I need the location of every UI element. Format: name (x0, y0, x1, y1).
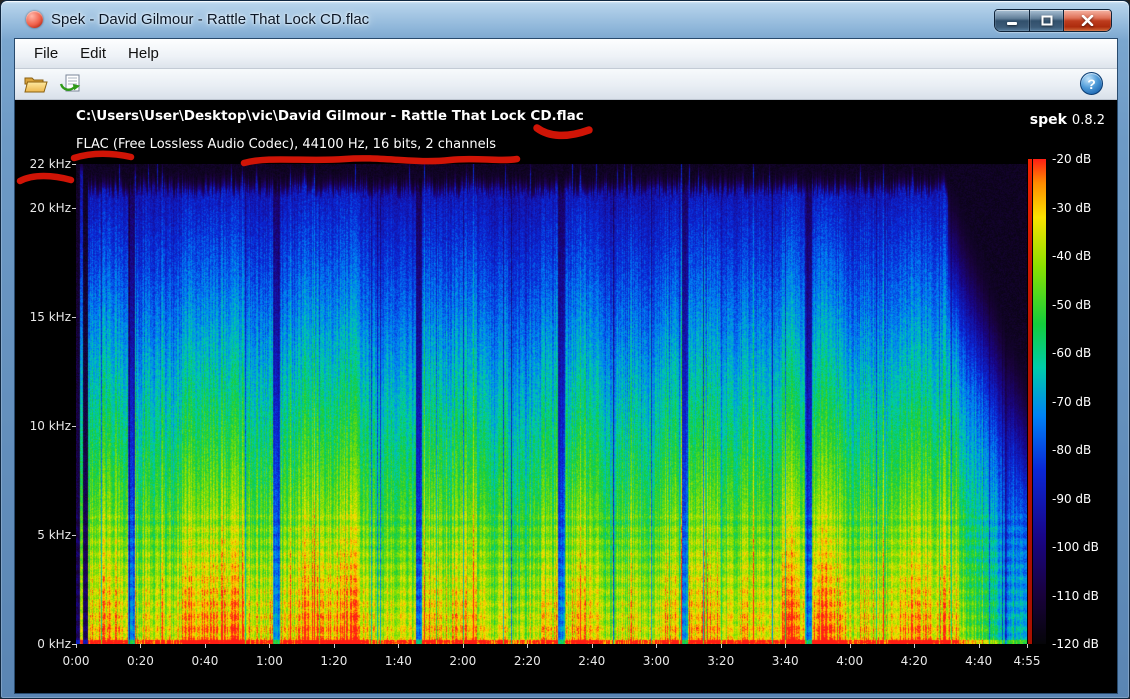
close-icon (1081, 15, 1094, 26)
app-icon (26, 11, 43, 28)
freq-tick-mark (72, 164, 76, 165)
time-tick-mark (914, 644, 915, 648)
maximize-icon (1041, 15, 1053, 26)
time-tick-mark (656, 644, 657, 648)
legend-tick-label: -20 dB (1052, 151, 1091, 167)
time-tick-label: 0:00 (52, 654, 100, 668)
freq-tick-label: 22 kHz (15, 156, 71, 172)
pen-underline-22khz (20, 176, 71, 181)
help-icon: ? (1087, 76, 1096, 92)
time-tick-label: 3:20 (697, 654, 745, 668)
save-icon (59, 74, 83, 94)
pen-underline-44100hz-16bits (244, 158, 517, 163)
format-info-label: FLAC (Free Lossless Audio Codec), 44100 … (76, 137, 496, 152)
freq-tick-mark (72, 208, 76, 209)
window-title: Spek - David Gilmour - Rattle That Lock … (51, 1, 369, 38)
time-tick-mark (979, 644, 980, 648)
client-area: File Edit Help (14, 38, 1118, 694)
time-tick-mark (269, 644, 270, 648)
minimize-icon (1006, 15, 1018, 26)
freq-tick-mark (72, 317, 76, 318)
toolbar: ? (15, 69, 1117, 100)
menu-bar: File Edit Help (15, 39, 1117, 69)
legend-tick-label: -30 dB (1052, 200, 1091, 216)
open-folder-icon (24, 74, 48, 94)
red-pen-vertical-line (1028, 159, 1032, 644)
pen-underline-flac (74, 154, 131, 158)
time-tick-label: 4:40 (955, 654, 1003, 668)
legend-tick-label: -40 dB (1052, 248, 1091, 264)
time-tick-label: 2:00 (439, 654, 487, 668)
legend-tick-label: -100 dB (1052, 539, 1099, 555)
time-tick-label: 3:40 (761, 654, 809, 668)
time-tick-label: 0:40 (181, 654, 229, 668)
freq-tick-mark (72, 426, 76, 427)
freq-tick-label: 0 kHz (15, 636, 71, 652)
time-tick-mark (398, 644, 399, 648)
time-tick-label: 2:20 (503, 654, 551, 668)
time-tick-mark (463, 644, 464, 648)
freq-tick-label: 15 kHz (15, 309, 71, 325)
app-window: Spek - David Gilmour - Rattle That Lock … (0, 0, 1130, 699)
time-tick-mark (785, 644, 786, 648)
legend-tick-label: -120 dB (1052, 636, 1099, 652)
time-tick-mark (850, 644, 851, 648)
time-tick-mark (1027, 644, 1028, 648)
menu-item-file[interactable]: File (23, 42, 69, 65)
pen-underline-cd-flac (537, 128, 589, 135)
time-tick-mark (140, 644, 141, 648)
freq-tick-label: 10 kHz (15, 418, 71, 434)
time-tick-mark (721, 644, 722, 648)
time-tick-label: 2:40 (568, 654, 616, 668)
menu-item-edit[interactable]: Edit (69, 42, 117, 65)
legend-colorbar (1033, 159, 1046, 644)
open-file-button[interactable] (21, 71, 51, 98)
close-button[interactable] (1063, 10, 1111, 31)
help-button[interactable]: ? (1080, 72, 1103, 95)
time-tick-label: 1:40 (374, 654, 422, 668)
app-version-label: spek 0.8.2 (1030, 109, 1105, 128)
freq-tick-mark (72, 535, 76, 536)
maximize-button[interactable] (1029, 10, 1063, 31)
legend-tick-label: -60 dB (1052, 345, 1091, 361)
time-tick-mark (76, 644, 77, 648)
legend-tick-label: -80 dB (1052, 442, 1091, 458)
app-version: 0.8.2 (1072, 113, 1105, 128)
legend-tick-label: -90 dB (1052, 491, 1091, 507)
app-name: spek (1030, 112, 1067, 128)
time-tick-label: 0:20 (116, 654, 164, 668)
freq-tick-label: 5 kHz (15, 527, 71, 543)
time-tick-mark (592, 644, 593, 648)
title-bar[interactable]: Spek - David Gilmour - Rattle That Lock … (1, 1, 1129, 38)
minimize-button[interactable] (995, 10, 1029, 31)
time-tick-label: 1:00 (245, 654, 293, 668)
legend-tick-label: -110 dB (1052, 588, 1099, 604)
spectrogram (76, 164, 1027, 644)
menu-item-help[interactable]: Help (117, 42, 170, 65)
save-button[interactable] (56, 71, 86, 98)
time-tick-mark (205, 644, 206, 648)
time-tick-label: 1:20 (310, 654, 358, 668)
time-tick-label: 3:00 (632, 654, 680, 668)
time-tick-mark (527, 644, 528, 648)
legend-tick-label: -50 dB (1052, 297, 1091, 313)
content-area: C:\Users\User\Desktop\vic\David Gilmour … (15, 100, 1117, 693)
window-controls (994, 9, 1112, 32)
time-tick-label: 4:55 (1003, 654, 1051, 668)
legend-tick-label: -70 dB (1052, 394, 1091, 410)
freq-tick-label: 20 kHz (15, 200, 71, 216)
file-path-label: C:\Users\User\Desktop\vic\David Gilmour … (76, 108, 584, 124)
time-tick-label: 4:00 (826, 654, 874, 668)
time-tick-label: 4:20 (890, 654, 938, 668)
time-tick-mark (334, 644, 335, 648)
